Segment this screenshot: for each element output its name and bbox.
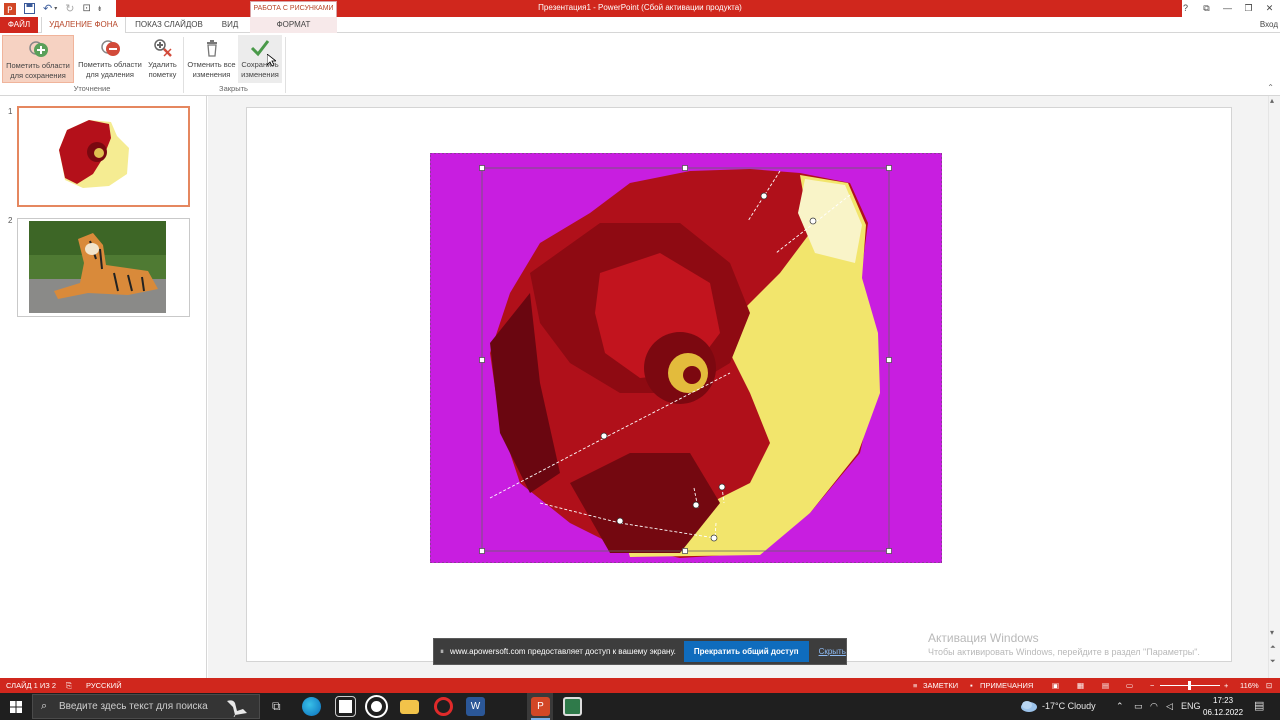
powerpoint-taskbar-icon[interactable]: P: [531, 697, 550, 716]
zoom-slider-thumb[interactable]: [1188, 681, 1191, 690]
mark-areas-to-keep-button[interactable]: Пометить области для сохранения: [2, 35, 74, 83]
fit-slide-icon[interactable]: ⊡: [1266, 681, 1272, 690]
weather-text[interactable]: -17°C Cloudy: [1042, 701, 1096, 711]
collapse-ribbon-icon[interactable]: ⌃: [1267, 83, 1274, 92]
notes-icon[interactable]: ≡: [913, 681, 917, 690]
scroll-down-icon[interactable]: ▾: [1270, 628, 1274, 637]
hide-link[interactable]: Скрыть: [819, 647, 846, 656]
windows-taskbar: ⌕ Введите здесь текст для поиска ⧉ W P -…: [0, 693, 1280, 720]
minus-circle-icon: [101, 40, 120, 56]
minimize-button[interactable]: —: [1217, 0, 1238, 17]
store-icon[interactable]: [335, 696, 356, 717]
share-message: www.apowersoft.com предоставляет доступ …: [450, 647, 676, 656]
normal-view-icon[interactable]: ▣: [1052, 681, 1059, 690]
task-view-icon[interactable]: ⧉: [272, 699, 281, 714]
title-bar: P ↶ ▾ ↻ ⊡ ⇟ РАБОТА С РИСУНКАМИ Презентац…: [0, 0, 1280, 17]
slideshow-view-icon[interactable]: ▭: [1126, 681, 1133, 690]
comments-icon[interactable]: ▪: [970, 681, 973, 690]
network-icon[interactable]: ▭: [1134, 701, 1143, 712]
opera-icon[interactable]: [434, 697, 453, 716]
discard-all-changes-button[interactable]: Отменить все изменения: [185, 35, 238, 83]
windows-start-icon[interactable]: [10, 701, 22, 713]
clock-date[interactable]: 06.12.2022: [1203, 708, 1243, 717]
app-q-icon[interactable]: [365, 695, 388, 718]
slide-sorter-icon[interactable]: ▦: [1077, 681, 1084, 690]
tab-format[interactable]: ФОРМАТ: [250, 17, 337, 33]
word-icon[interactable]: W: [466, 697, 485, 716]
ribbon-tabs: ФАЙЛ УДАЛЕНИЕ ФОНА ПОКАЗ СЛАЙДОВ ВИД ФОР…: [0, 17, 1280, 34]
ribbon-display-button[interactable]: ⧉: [1196, 0, 1217, 17]
windows-activation-watermark: Активация Windows Чтобы активировать Win…: [928, 631, 1200, 657]
drag-handle-icon[interactable]: ⏸: [440, 647, 444, 657]
app-picture-icon[interactable]: [563, 697, 582, 716]
mark-areas-to-remove-button[interactable]: Пометить области для удаления: [75, 35, 145, 83]
show-hidden-icons-icon[interactable]: ⌃: [1116, 701, 1124, 712]
slide-indicator: СЛАЙД 1 ИЗ 2: [6, 681, 57, 690]
vertical-scrollbar[interactable]: ▴ ▾ ⏶ ⏷: [1268, 96, 1280, 678]
zoom-in-icon[interactable]: +: [1224, 681, 1228, 690]
cloudy-weather-icon: [1021, 701, 1037, 712]
comments-button[interactable]: ПРИМЕЧАНИЯ: [980, 681, 1033, 690]
tab-background-removal[interactable]: УДАЛЕНИЕ ФОНА: [41, 17, 126, 34]
mouse-cursor-icon: [267, 54, 276, 67]
tab-slideshow[interactable]: ПОКАЗ СЛАЙДОВ: [130, 17, 208, 33]
stop-sharing-button[interactable]: Прекратить общий доступ: [683, 641, 809, 662]
search-placeholder: Введите здесь текст для поиска: [59, 701, 208, 712]
spell-check-icon[interactable]: ⎘: [66, 681, 72, 691]
window-title: Презентация1 - PowerPoint (Сбой активаци…: [538, 3, 742, 12]
trash-icon: [206, 40, 217, 57]
next-slide-icon[interactable]: ⏷: [1270, 658, 1276, 666]
tab-file[interactable]: ФАЙЛ: [0, 17, 38, 33]
rose-thumbnail-image: [59, 120, 129, 188]
edge-icon[interactable]: [302, 697, 321, 716]
rose-picture[interactable]: [430, 153, 942, 563]
clock-time[interactable]: 17:23: [1213, 696, 1233, 705]
search-icon: ⌕: [41, 700, 48, 712]
slide-thumbnail-panel: 1 2: [0, 96, 207, 678]
tiger-thumbnail-image: [29, 221, 166, 313]
slide-canvas[interactable]: [246, 107, 1232, 662]
sign-in-link[interactable]: Вход: [1260, 20, 1278, 29]
file-explorer-icon[interactable]: [400, 700, 419, 714]
slide-thumbnail-1[interactable]: [17, 106, 190, 207]
tab-view[interactable]: ВИД: [214, 17, 246, 33]
group-label-refine: Уточнение: [73, 84, 111, 93]
volume-icon[interactable]: ◁: [1166, 701, 1173, 712]
heron-icon: [227, 700, 247, 717]
screen-share-banner: ⏸ www.apowersoft.com предоставляет досту…: [433, 638, 847, 665]
slide-number: 2: [8, 216, 13, 225]
delete-mark-button[interactable]: Удалить пометку: [145, 35, 180, 83]
zoom-level[interactable]: 116%: [1240, 681, 1259, 690]
restore-button[interactable]: ❐: [1238, 0, 1259, 17]
zoom-out-icon[interactable]: −: [1150, 681, 1154, 690]
reading-view-icon[interactable]: ▤: [1102, 681, 1109, 690]
help-button[interactable]: ?: [1175, 0, 1196, 17]
input-language[interactable]: ENG: [1181, 701, 1201, 711]
close-button[interactable]: ✕: [1259, 0, 1280, 17]
window-controls: ? ⧉ — ❐ ✕: [1175, 0, 1280, 17]
delete-mark-icon: [153, 39, 172, 57]
ribbon: Пометить области для сохранения Пометить…: [0, 33, 1280, 96]
notes-button[interactable]: ЗАМЕТКИ: [923, 681, 958, 690]
taskbar-search-box[interactable]: ⌕ Введите здесь текст для поиска: [32, 694, 260, 719]
slide-number: 1: [8, 107, 13, 116]
language-indicator[interactable]: РУССКИЙ: [86, 681, 122, 690]
slide-editing-area: ▴ ▾ ⏶ ⏷: [208, 96, 1280, 678]
slide-thumbnail-2[interactable]: [17, 218, 190, 317]
previous-slide-icon[interactable]: ⏶: [1270, 644, 1276, 652]
scroll-up-icon[interactable]: ▴: [1270, 96, 1274, 105]
status-bar: СЛАЙД 1 ИЗ 2 ⎘ РУССКИЙ ≡ ЗАМЕТКИ ▪ ПРИМЕ…: [0, 678, 1280, 693]
plus-circle-icon: [29, 41, 48, 57]
powerpoint-window: P ↶ ▾ ↻ ⊡ ⇟ РАБОТА С РИСУНКАМИ Презентац…: [0, 0, 1280, 720]
group-label-close: Закрыть: [219, 84, 248, 93]
notifications-icon[interactable]: ▤: [1254, 699, 1264, 712]
wifi-icon[interactable]: ◠: [1150, 701, 1158, 712]
